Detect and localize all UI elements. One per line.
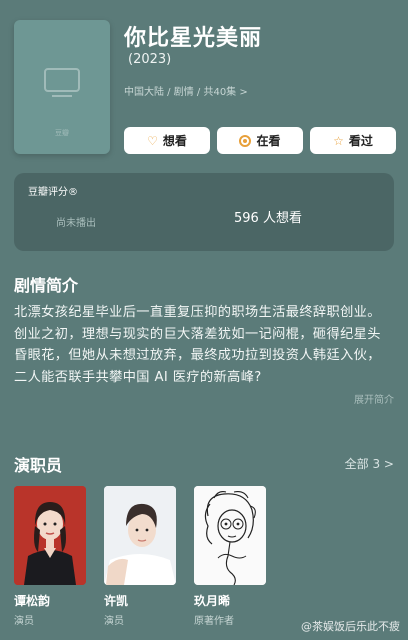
avatar <box>194 486 266 585</box>
synopsis-text: 北漂女孩纪星毕业后一直重复压抑的职场生活最终辞职创业。创业之初，理想与现实的巨大… <box>14 305 381 385</box>
tv-icon <box>44 68 80 97</box>
synopsis-expand-link[interactable]: 展开简介 <box>354 391 394 406</box>
cast-member[interactable]: 玖月晞 原著作者 <box>194 486 266 627</box>
watching-button[interactable]: 在看 <box>217 127 303 154</box>
show-year: (2023) <box>128 52 172 67</box>
want-to-watch-button[interactable]: ♡ 想看 <box>124 127 210 154</box>
cast-all-link[interactable]: 全部 3 > <box>345 455 394 472</box>
rating-card[interactable]: 豆瓣评分® 尚未播出 596 人想看 <box>14 173 394 251</box>
show-title: 你比星光美丽 <box>124 26 263 51</box>
heart-plus-icon: ♡ <box>147 133 158 148</box>
synopsis-heading: 剧情简介 <box>14 276 79 295</box>
avatar <box>14 486 86 585</box>
show-meta-link[interactable]: 中国大陆 / 剧情 / 共40集 > <box>124 83 248 98</box>
watching-label: 在看 <box>256 134 281 148</box>
watching-icon <box>239 134 252 147</box>
watched-label: 看过 <box>348 134 373 148</box>
cast-member[interactable]: 许凯 演员 <box>104 486 176 627</box>
cast-role: 演员 <box>104 616 124 627</box>
cast-name: 谭松韵 <box>14 594 51 608</box>
watched-button[interactable]: ☆ 看过 <box>310 127 396 154</box>
cast-role: 演员 <box>14 616 34 627</box>
star-icon: ☆ <box>333 133 344 148</box>
rating-status: 尚未播出 <box>56 218 96 229</box>
want-to-watch-label: 想看 <box>162 134 187 148</box>
cast-member[interactable]: 谭松韵 演员 <box>14 486 86 627</box>
cast-name: 许凯 <box>104 594 129 608</box>
cast-name: 玖月晞 <box>194 594 231 608</box>
watermark-text: @茶娱饭后乐此不疲 <box>301 620 400 633</box>
poster-placeholder[interactable]: 豆瓣 <box>14 20 110 154</box>
avatar <box>104 486 176 585</box>
cast-list: 谭松韵 演员 许凯 演员 玖月晞 原著作者 <box>14 486 266 627</box>
action-buttons: ♡ 想看 在看 ☆ 看过 <box>124 127 396 154</box>
cast-role: 原著作者 <box>194 616 234 627</box>
cast-heading: 演职员 <box>14 456 63 475</box>
poster-watermark-text: 豆瓣 <box>55 129 69 137</box>
rating-label: 豆瓣评分® <box>28 187 78 198</box>
want-count: 596 人想看 <box>234 211 302 226</box>
